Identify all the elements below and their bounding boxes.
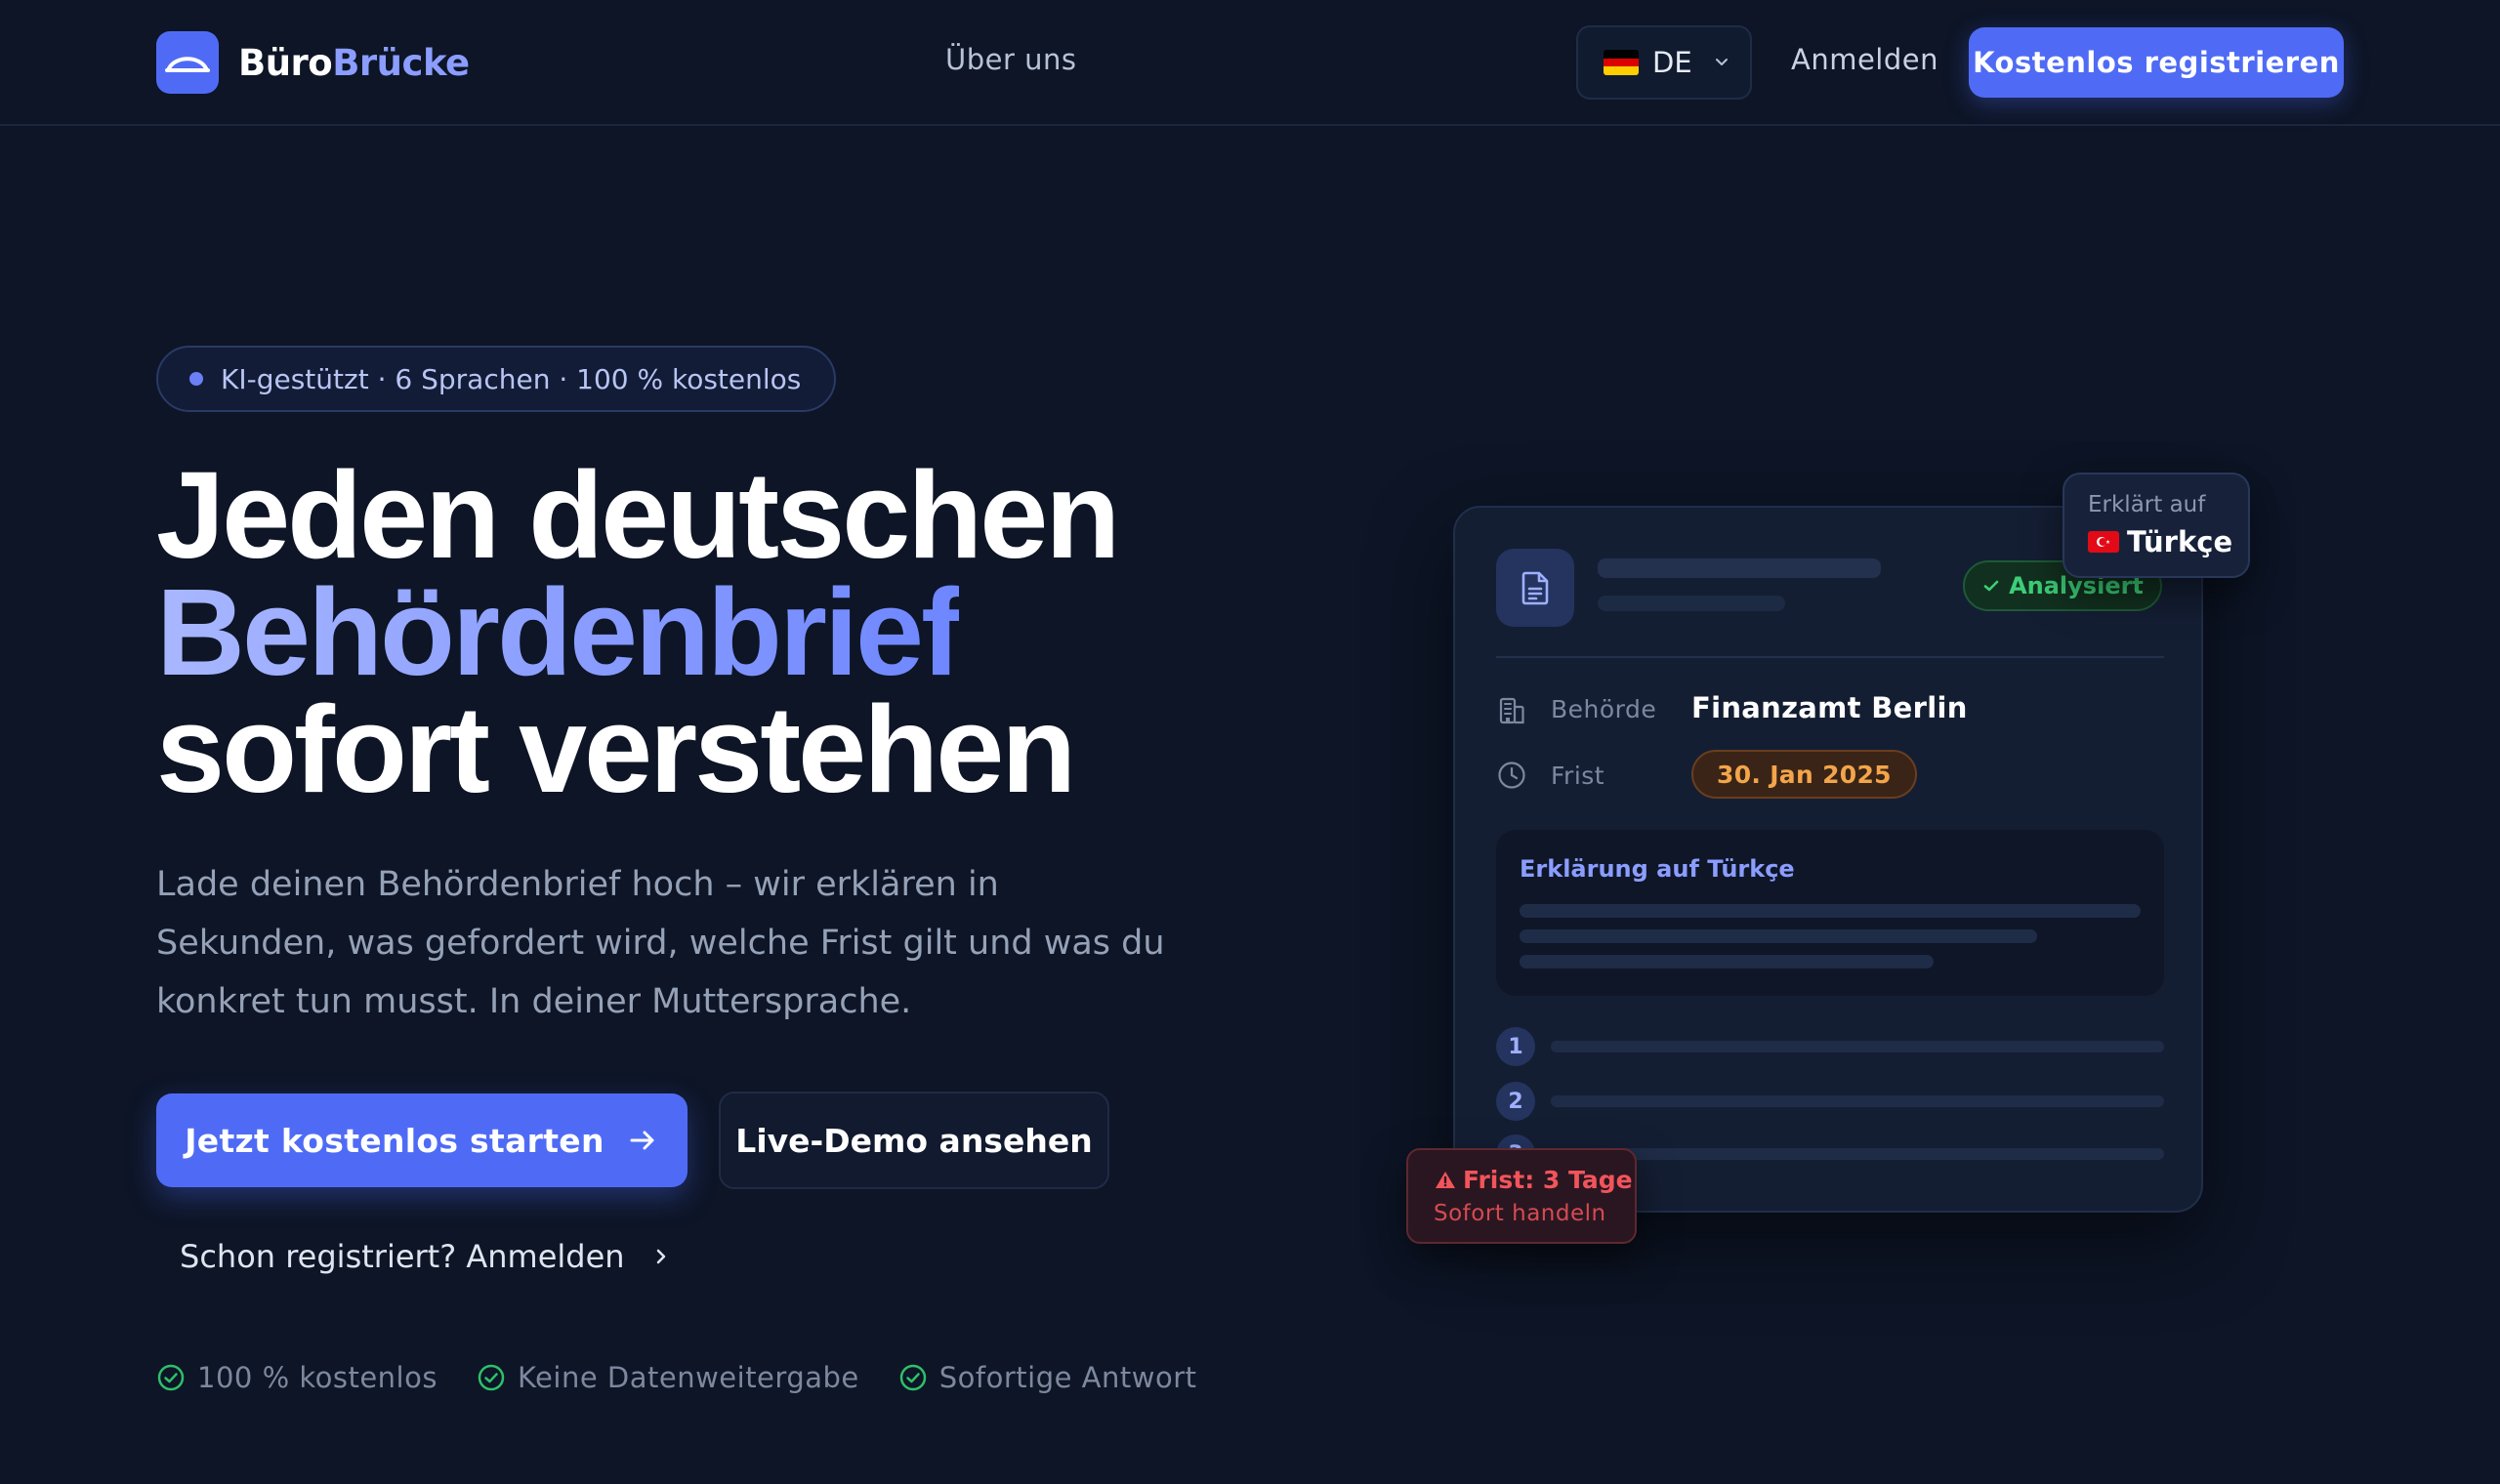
headline-line-2: Behördenbrief xyxy=(156,563,962,701)
document-icon xyxy=(1496,549,1574,627)
explanation-language-tag: Erklärt auf Türkçe xyxy=(2062,473,2250,578)
bridge-icon xyxy=(156,31,219,94)
landing-page: BüroBrücke Über uns DE Anmelden Kostenlo… xyxy=(0,0,2500,1484)
trust-label: 100 % kostenlos xyxy=(197,1361,438,1394)
check-circle-icon xyxy=(156,1363,186,1392)
deadline-label: Frist xyxy=(1551,762,1605,790)
already-registered-label: Schon registriert? Anmelden xyxy=(180,1238,625,1275)
trust-item: Sofortige Antwort xyxy=(898,1361,1197,1394)
feature-badge: KI-gestützt · 6 Sprachen · 100 % kostenl… xyxy=(156,346,837,412)
deadline-alert-tag: Frist: 3 Tage Sofort handeln xyxy=(1406,1148,1637,1244)
title-placeholder xyxy=(1598,558,1881,578)
step-number: 2 xyxy=(1496,1082,1535,1121)
chevron-right-icon xyxy=(650,1246,672,1267)
brand-name: BüroBrücke xyxy=(238,41,470,84)
deadline-alert-subtitle: Sofort handeln xyxy=(1434,1201,1606,1226)
flag-germany-icon xyxy=(1604,50,1639,75)
start-free-label: Jetzt kostenlos starten xyxy=(185,1121,604,1160)
explanation-title: Erklärung auf Türkçe xyxy=(1520,855,1795,883)
nav-login-link[interactable]: Anmelden xyxy=(1791,43,1938,76)
explanation-panel: Erklärung auf Türkçe xyxy=(1496,830,2164,996)
checkmark-icon xyxy=(1981,576,2001,596)
step-text-placeholder xyxy=(1551,1095,2164,1107)
flag-turkey-icon xyxy=(2088,531,2119,553)
deadline-row: Frist 30. Jan 2025 xyxy=(1496,750,2164,799)
action-step: 1 xyxy=(1496,1027,2164,1066)
subtitle-placeholder xyxy=(1598,596,1785,611)
deadline-badge: 30. Jan 2025 xyxy=(1691,750,1917,799)
check-circle-icon xyxy=(898,1363,928,1392)
already-registered-login-link[interactable]: Schon registriert? Anmelden xyxy=(180,1238,672,1275)
clock-icon xyxy=(1496,760,1527,791)
trust-label: Keine Datenweitergabe xyxy=(517,1361,859,1394)
trust-label: Sofortige Antwort xyxy=(938,1361,1197,1394)
brand-home-link[interactable]: BüroBrücke xyxy=(156,31,470,94)
language-name: Türkçe xyxy=(2127,525,2233,558)
explanation-line-placeholder xyxy=(1520,929,2037,943)
warning-triangle-icon xyxy=(1434,1169,1457,1192)
building-icon xyxy=(1496,695,1527,726)
deadline-alert-title: Frist: 3 Tage xyxy=(1434,1166,1633,1194)
hero-headline: Jeden deutschen Behördenbrief sofort ver… xyxy=(156,454,1328,811)
chevron-down-icon xyxy=(1712,53,1731,72)
alert-title-text: Frist: 3 Tage xyxy=(1463,1166,1633,1194)
agency-row: Behörde Finanzamt Berlin xyxy=(1496,685,2164,734)
nav-about-link[interactable]: Über uns xyxy=(945,43,1077,76)
start-free-button[interactable]: Jetzt kostenlos starten xyxy=(156,1093,688,1187)
top-navigation: BüroBrücke Über uns DE Anmelden Kostenlo… xyxy=(0,0,2500,126)
step-number: 1 xyxy=(1496,1027,1535,1066)
agency-value: Finanzamt Berlin xyxy=(1691,691,1968,724)
explained-in-value: Türkçe xyxy=(2088,525,2232,558)
trust-item: 100 % kostenlos xyxy=(156,1361,438,1394)
headline-line-3: sofort verstehen xyxy=(156,680,1076,818)
step-text-placeholder xyxy=(1551,1041,2164,1052)
language-code: DE xyxy=(1652,46,1692,79)
register-button[interactable]: Kostenlos registrieren xyxy=(1969,27,2344,98)
action-step: 2 xyxy=(1496,1082,2164,1121)
check-circle-icon xyxy=(477,1363,506,1392)
letter-analysis-preview-card: Analysiert Behörde Finanzamt Berlin Fris… xyxy=(1453,506,2203,1213)
agency-label: Behörde xyxy=(1551,695,1657,723)
explained-in-label: Erklärt auf xyxy=(2088,492,2206,517)
explanation-line-placeholder xyxy=(1520,955,1934,969)
step-text-placeholder xyxy=(1551,1148,2164,1160)
badge-dot-icon xyxy=(189,372,203,386)
badge-text: KI-gestützt · 6 Sprachen · 100 % kostenl… xyxy=(221,362,802,395)
trust-indicators: 100 % kostenlos Keine Datenweitergabe So… xyxy=(156,1361,1197,1394)
card-divider xyxy=(1496,656,2164,658)
trust-item: Keine Datenweitergabe xyxy=(477,1361,859,1394)
live-demo-button[interactable]: Live-Demo ansehen xyxy=(719,1092,1109,1189)
hero-description: Lade deinen Behördenbrief hoch – wir erk… xyxy=(156,865,1165,1021)
explanation-line-placeholder xyxy=(1520,904,2141,918)
language-selector[interactable]: DE xyxy=(1576,25,1752,100)
arrow-right-icon xyxy=(626,1124,659,1157)
